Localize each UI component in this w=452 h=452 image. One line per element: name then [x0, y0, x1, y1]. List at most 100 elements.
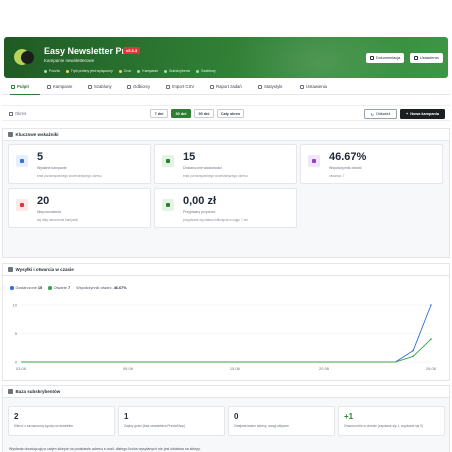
kpi-label: Przypisany przychód — [183, 210, 216, 214]
status-dot-icon — [164, 69, 168, 73]
gauge-icon — [8, 132, 13, 137]
mail-icon — [16, 155, 28, 167]
tab-statistics[interactable]: Statystyki — [258, 84, 282, 89]
legend-value: 46.67% — [113, 286, 127, 290]
status-indicator: Tryb próbny jest wyłączony — [65, 69, 113, 73]
tab-label: Odbiorcy — [133, 84, 151, 89]
active-tab-indicator — [10, 94, 40, 96]
main-nav: Pulpit Kampanie Szablony Odbiorcy Import… — [2, 81, 450, 96]
data-point — [412, 349, 414, 352]
eye-icon — [308, 155, 320, 167]
subscribers-section-header: Baza subskrybentów — [3, 386, 449, 398]
tab-dashboard[interactable]: Pulpit — [11, 84, 29, 89]
range-all-button[interactable]: Cały okres — [217, 109, 244, 118]
series-line-opened — [21, 338, 432, 363]
status-dot-icon — [196, 69, 200, 73]
legend-value: 7 — [67, 286, 71, 290]
status-label: Szablony — [201, 69, 216, 73]
tab-settings[interactable]: Ustawienia — [300, 84, 327, 89]
kpi-card: 20 Niepowodzenia wg daty utworzenia kampan… — [8, 188, 151, 228]
section-title: Wysyłki i otwarcia w czasie — [15, 267, 74, 272]
period-toolbar: Okres 7 dni 30 dni 90 dni Cały okres ↻ Od… — [2, 105, 450, 121]
new-campaign-label: Nowa kampania — [410, 112, 439, 116]
gear-icon — [414, 56, 418, 60]
legend-opened[interactable]: Otwarte 7 — [48, 286, 70, 290]
subscribers-section: Baza subskrybentów 2 Klienci z zaznaczoną… — [2, 385, 450, 452]
send-icon — [162, 155, 174, 167]
status-indicator: Cron — [118, 69, 132, 73]
subscriber-stat-card: +1 Zmiana netto w okresie (zapisane się 1… — [338, 406, 445, 436]
report-icon — [210, 84, 214, 89]
cart-icon — [162, 199, 174, 211]
gear-icon — [300, 84, 304, 89]
kpi-value: 20 — [37, 195, 50, 207]
status-dot-icon — [137, 69, 141, 73]
documentation-label: Dokumentacja — [376, 56, 401, 60]
legend-delivered[interactable]: Dostarczone 15 — [10, 286, 42, 290]
calendar-icon — [9, 111, 13, 116]
app-header: Easy Newsletter Pro v5.3.3 Kampanie news… — [4, 37, 448, 78]
range-7-days-button[interactable]: 7 dni — [150, 109, 168, 118]
legend-value: 15 — [37, 286, 43, 290]
documentation-button[interactable]: Dokumentacja — [366, 53, 405, 63]
kpi-value: 5 — [37, 151, 44, 163]
range-30-days-button[interactable]: 30 dni — [171, 109, 191, 118]
chart-section: Wysyłki i otwarcia w czasie Dostarczone … — [2, 263, 450, 381]
legend-label: Dostarczone — [15, 286, 37, 290]
kpi-description: wg daty utworzenia kampanii — [37, 218, 78, 222]
kpi-value: 15 — [183, 151, 196, 163]
section-title: Baza subskrybentów — [15, 389, 61, 394]
kpi-label: Niepowodzenia — [37, 210, 61, 214]
range-90-days-button[interactable]: 90 dni — [194, 109, 214, 118]
subscribers-note: Wysłania obowiązują w całym sklepie na p… — [9, 447, 201, 451]
kpi-section-header: Kluczowe wskaźniki — [3, 129, 449, 141]
tab-label: Import CSV — [172, 84, 195, 89]
kpi-card: 15 Dostarczone wiadomości brak porównywaln… — [154, 144, 297, 184]
kpi-section: Kluczowe wskaźniki 5 Wysłane kampanie brak… — [2, 128, 450, 258]
status-label: Tryb próbny jest wyłączony — [70, 69, 113, 73]
chart-icon — [11, 84, 15, 89]
deliveries-chart: 0 5 10 03.06 09.06 15.06 20.06 26.06 — [13, 303, 437, 372]
tab-label: Ustawienia — [306, 84, 328, 89]
kpi-description: otwarcia: 7 — [329, 174, 345, 178]
settings-button[interactable]: Ustawienia — [410, 53, 443, 63]
subscriber-stat-value: +1 — [344, 412, 354, 421]
refresh-button[interactable]: ↻ Odśwież — [364, 109, 397, 119]
status-indicators: Poczta Tryb próbny jest wyłączony Cron Kamp… — [44, 69, 216, 73]
refresh-icon: ↻ — [370, 112, 374, 117]
x-tick-label: 15.06 — [230, 366, 241, 371]
kpi-card: 46.67% Współczynnik otwarć otwarcia: 7 — [300, 144, 443, 184]
x-tick-label: 09.06 — [123, 366, 134, 371]
period-label-text: Okres — [15, 111, 27, 116]
tab-campaigns[interactable]: Kampanie — [47, 84, 72, 89]
users-icon — [8, 389, 13, 394]
tab-recipients[interactable]: Odbiorcy — [127, 84, 150, 89]
tab-templates[interactable]: Szablony — [88, 84, 112, 89]
status-dot-icon — [44, 69, 47, 73]
trend-icon — [258, 84, 262, 89]
status-indicator: Subskrybenci — [164, 69, 190, 73]
x-tick-label: 20.06 — [319, 366, 330, 371]
warning-icon — [16, 199, 28, 211]
subscriber-stat-card: 2 Klienci z zaznaczoną zgodą na newslette… — [8, 406, 115, 436]
new-campaign-button[interactable]: + Nowa kampania — [400, 109, 445, 119]
tab-import-csv[interactable]: Import CSV — [166, 84, 194, 89]
plus-icon: + — [406, 112, 409, 116]
tab-label: Pulpit — [17, 84, 29, 89]
book-icon — [370, 56, 374, 60]
kpi-card: 5 Wysłane kampanie brak porównywalnego wcz… — [8, 144, 151, 184]
chart-legend: Dostarczone 15 Otwarte 7 Współczynnik ot… — [10, 286, 127, 290]
status-label: Poczta — [49, 69, 60, 73]
status-label: Cron — [123, 69, 132, 73]
subscriber-stat-label: Zarejestrowane adresy, uwagi aktywne — [234, 424, 289, 428]
section-title: Kluczowe wskaźniki — [15, 132, 59, 137]
tab-task-report[interactable]: Raport zadań — [210, 84, 242, 89]
kpi-description: brak porównywalnego wcześniejszego okres… — [37, 174, 102, 178]
kpi-label: Dostarczone wiadomości — [183, 166, 222, 170]
template-icon — [88, 84, 92, 89]
status-dot-icon — [118, 69, 122, 73]
kpi-label: Współczynnik otwarć — [329, 166, 362, 170]
y-tick-label: 5 — [15, 331, 18, 336]
status-indicator: Szablony — [196, 69, 216, 73]
kpi-card: 0,00 zł Przypisany przychód przypisane wg … — [154, 188, 297, 228]
